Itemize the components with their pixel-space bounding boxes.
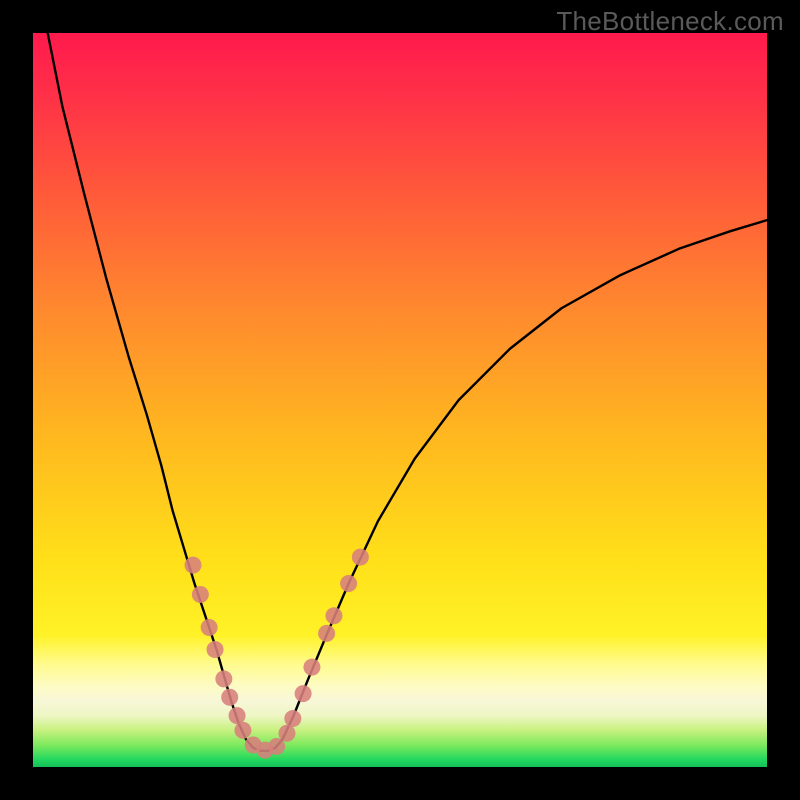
plot-area bbox=[33, 33, 767, 767]
highlight-dot bbox=[192, 586, 209, 603]
bottleneck-curve bbox=[48, 33, 767, 751]
curve-overlay bbox=[33, 33, 767, 767]
highlight-dot bbox=[278, 725, 295, 742]
highlight-dot bbox=[295, 685, 312, 702]
highlight-dot bbox=[234, 722, 251, 739]
highlight-dot bbox=[215, 670, 232, 687]
highlight-dots bbox=[185, 549, 369, 759]
highlight-dot bbox=[229, 707, 246, 724]
highlight-dot bbox=[185, 557, 202, 574]
highlight-dot bbox=[201, 619, 218, 636]
chart-frame: TheBottleneck.com bbox=[0, 0, 800, 800]
curve-path bbox=[48, 33, 767, 751]
highlight-dot bbox=[340, 575, 357, 592]
highlight-dot bbox=[303, 659, 320, 676]
highlight-dot bbox=[284, 710, 301, 727]
highlight-dot bbox=[221, 689, 238, 706]
highlight-dot bbox=[352, 549, 369, 566]
highlight-dot bbox=[325, 607, 342, 624]
highlight-dot bbox=[207, 641, 224, 658]
highlight-dot bbox=[318, 625, 335, 642]
